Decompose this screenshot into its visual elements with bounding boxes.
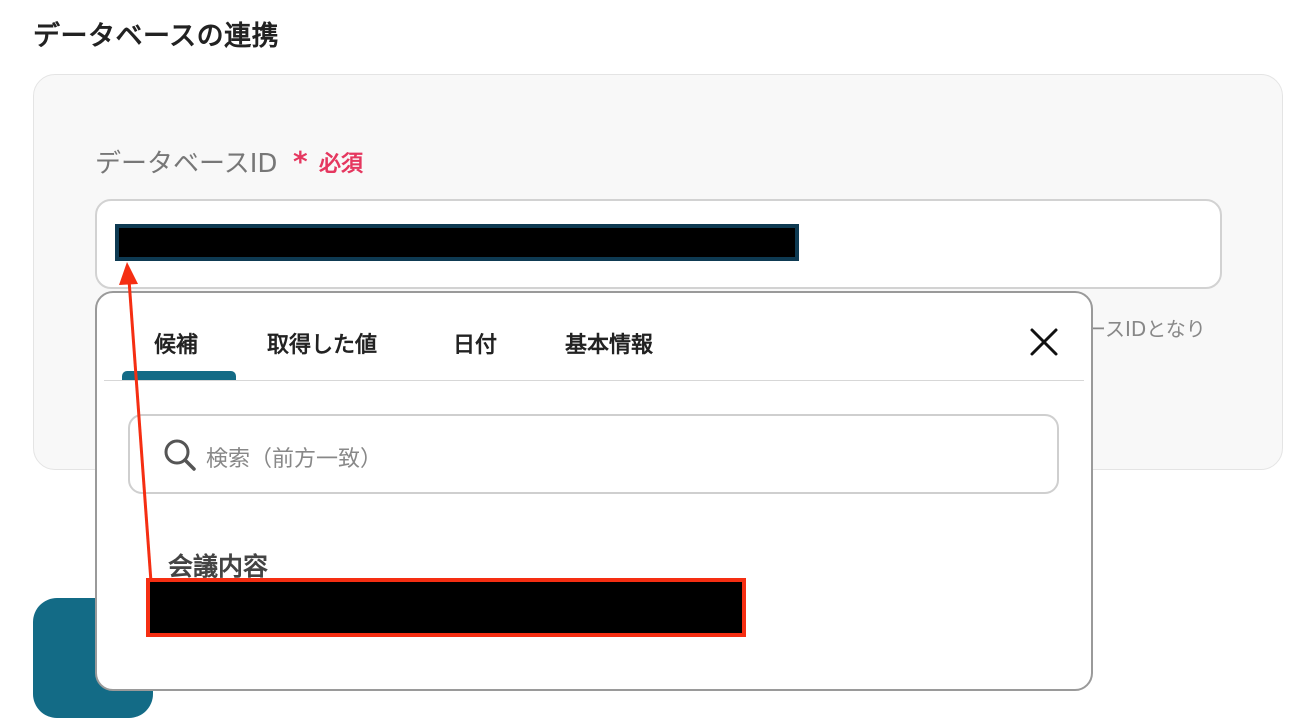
required-label: 必須 (319, 152, 364, 177)
required-asterisk: * (293, 145, 308, 178)
search-placeholder: 検索（前方一致） (206, 447, 383, 472)
tab-retrieved-values[interactable]: 取得した値 (267, 327, 377, 359)
database-id-value-redacted (115, 224, 799, 261)
search-icon (161, 436, 199, 474)
close-button[interactable] (1024, 322, 1064, 362)
tab-candidates[interactable]: 候補 (154, 327, 198, 359)
tab-date[interactable]: 日付 (453, 327, 497, 359)
field-hint-text: ースIDとなり (1086, 317, 1206, 341)
tab-divider (104, 380, 1084, 381)
section-title: データベースの連携 (33, 21, 280, 52)
tab-basic-info[interactable]: 基本情報 (565, 327, 653, 359)
candidate-item-redacted[interactable] (146, 578, 746, 637)
database-id-label: データベースID (95, 149, 278, 179)
close-icon (1030, 328, 1058, 356)
